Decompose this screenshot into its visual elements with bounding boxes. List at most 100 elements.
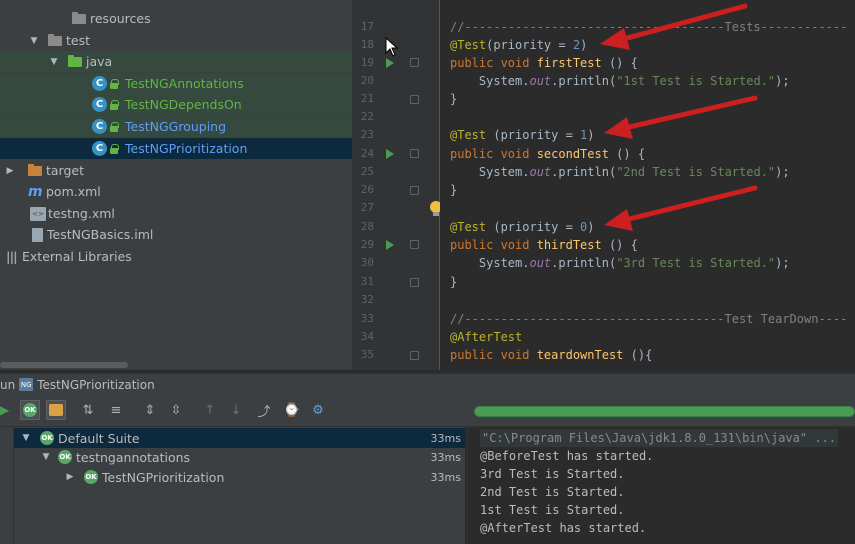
method-name: secondTest — [536, 147, 609, 161]
settings-gear-icon[interactable]: ⚙ — [308, 400, 328, 420]
code-line-20: System.out.println("1st Test is Started.… — [440, 72, 855, 90]
expand-arrow-icon[interactable]: ▼ — [20, 433, 32, 443]
tree-item-label: testng.xml — [48, 206, 115, 221]
fold-icon[interactable] — [410, 240, 419, 249]
tree-item-label: test — [66, 33, 91, 48]
code-line-35: public void teardownTest (){ — [440, 346, 855, 364]
passed-icon: OK — [84, 470, 98, 484]
show-passed-button[interactable]: OK — [20, 400, 40, 420]
result-row-default-suite[interactable]: ▼ OK Default Suite 33ms — [14, 428, 465, 448]
lock-icon — [109, 99, 119, 110]
tree-item-label: TestNGAnnotations — [125, 76, 244, 91]
result-row-testngannotations[interactable]: ▼ OK testngannotations 33ms — [14, 447, 465, 467]
fold-icon[interactable] — [410, 278, 419, 287]
run-test-icon[interactable] — [386, 240, 394, 250]
expand-arrow-icon[interactable]: ▼ — [28, 36, 40, 46]
code-line-26: } — [440, 181, 855, 199]
code-text: System. — [450, 256, 530, 270]
rerun-icon[interactable]: ▶ — [0, 403, 9, 417]
priority-value: 2 — [572, 38, 581, 52]
code-line-23: @Test (priority = 1) — [440, 126, 855, 144]
fold-icon[interactable] — [410, 58, 419, 67]
collapse-arrow-icon[interactable]: ▶ — [4, 166, 16, 176]
expand-all-icon[interactable]: ⇕ — [140, 400, 160, 420]
horizontal-scrollbar[interactable] — [0, 362, 128, 368]
tree-item-testnggrouping[interactable]: C TestNGGrouping — [0, 116, 352, 137]
collapse-all-icon[interactable]: ⇳ — [166, 400, 186, 420]
console-line: @BeforeTest has started. — [480, 449, 654, 463]
code-text: ); — [775, 165, 790, 179]
run-tab-title[interactable]: TestNGPrioritization — [37, 378, 155, 392]
run-test-icon[interactable] — [386, 149, 394, 159]
sort-alphabetically-button[interactable]: ⇅ — [78, 400, 98, 420]
fold-icon[interactable] — [410, 95, 419, 104]
libraries-icon: ||| — [6, 249, 18, 264]
tree-item-java[interactable]: ▼ java — [0, 51, 352, 72]
tree-item-pom-xml[interactable]: m pom.xml — [0, 181, 352, 202]
tree-item-test[interactable]: ▼ test — [0, 30, 352, 51]
export-results-icon[interactable]: ⤴ — [254, 400, 274, 420]
console-output[interactable]: "C:\Program Files\Java\jdk1.8.0_131\bin\… — [467, 427, 855, 544]
tree-item-label: resources — [90, 11, 151, 26]
tree-item-testng-xml[interactable]: <> testng.xml — [0, 203, 352, 224]
collapse-arrow-icon[interactable]: ▶ — [64, 472, 76, 482]
tree-item-external-libraries[interactable]: ||| External Libraries — [0, 246, 352, 267]
run-test-icon[interactable] — [386, 58, 394, 68]
code-editor[interactable]: //------------------------------------Te… — [440, 0, 855, 370]
code-text: () { — [601, 56, 638, 70]
previous-failed-icon[interactable]: ↑ — [200, 400, 220, 420]
module-file-icon — [32, 227, 43, 242]
result-label: Default Suite — [58, 430, 140, 446]
code-line-24: public void secondTest () { — [440, 145, 855, 163]
fold-icon[interactable] — [410, 186, 419, 195]
code-text: () { — [608, 147, 646, 161]
comment-text: //------------------------------------Te… — [450, 312, 848, 326]
line-number: 25 — [360, 165, 374, 178]
java-class-icon: C — [92, 119, 107, 134]
test-progress-bar — [474, 406, 855, 417]
sort-by-duration-button[interactable]: ≡ — [106, 400, 126, 420]
lock-icon — [109, 143, 119, 154]
next-failed-icon[interactable]: ↓ — [226, 400, 246, 420]
console-command-line: "C:\Program Files\Java\jdk1.8.0_131\bin\… — [480, 429, 839, 447]
comment-text: //------------------------------------Te… — [450, 20, 848, 34]
line-number: 20 — [360, 74, 374, 87]
line-number: 33 — [360, 312, 374, 325]
code-text: (priority = — [486, 38, 573, 52]
line-number: 24 — [360, 147, 374, 160]
show-ignored-button[interactable] — [46, 400, 66, 420]
line-number: 18 — [360, 38, 374, 51]
code-text: } — [450, 183, 458, 197]
code-text: .println( — [551, 256, 617, 270]
code-text: .println( — [551, 165, 617, 179]
console-line: 2nd Test is Started. — [480, 485, 625, 499]
code-line-21: } — [440, 90, 855, 108]
fold-icon[interactable] — [410, 149, 419, 158]
line-number: 35 — [360, 348, 374, 361]
folder-icon — [72, 11, 86, 24]
expand-arrow-icon[interactable]: ▼ — [48, 57, 60, 67]
java-class-icon: C — [92, 76, 107, 91]
excluded-folder-icon — [28, 163, 42, 176]
fold-icon[interactable] — [410, 351, 419, 360]
test-results-tree[interactable]: ▼ OK Default Suite 33ms ▼ OK testngannot… — [14, 427, 465, 544]
static-field: out — [529, 256, 552, 270]
line-number: 30 — [360, 256, 374, 269]
expand-arrow-icon[interactable]: ▼ — [40, 452, 52, 462]
static-field: out — [529, 74, 552, 88]
passed-icon: OK — [40, 431, 54, 445]
code-line-28: @Test (priority = 0) — [440, 218, 855, 236]
tree-item-iml[interactable]: TestNGBasics.iml — [0, 224, 352, 245]
code-text: ); — [775, 256, 790, 270]
tree-item-testngprioritization[interactable]: C TestNGPrioritization — [0, 138, 352, 159]
static-field: out — [529, 165, 552, 179]
result-row-testngprioritization[interactable]: ▶ OK TestNGPrioritization 33ms — [14, 467, 465, 487]
tree-item-resources[interactable]: resources — [0, 8, 352, 29]
keyword: public void — [450, 147, 537, 161]
result-label: TestNGPrioritization — [102, 469, 225, 485]
tree-item-testngannotations[interactable]: C TestNGAnnotations — [0, 73, 352, 94]
tree-item-target[interactable]: ▶ target — [0, 160, 352, 181]
tree-item-testngdependson[interactable]: C TestNGDependsOn — [0, 94, 352, 115]
line-number: 28 — [360, 220, 374, 233]
import-results-icon[interactable]: ⌚ — [282, 400, 302, 420]
